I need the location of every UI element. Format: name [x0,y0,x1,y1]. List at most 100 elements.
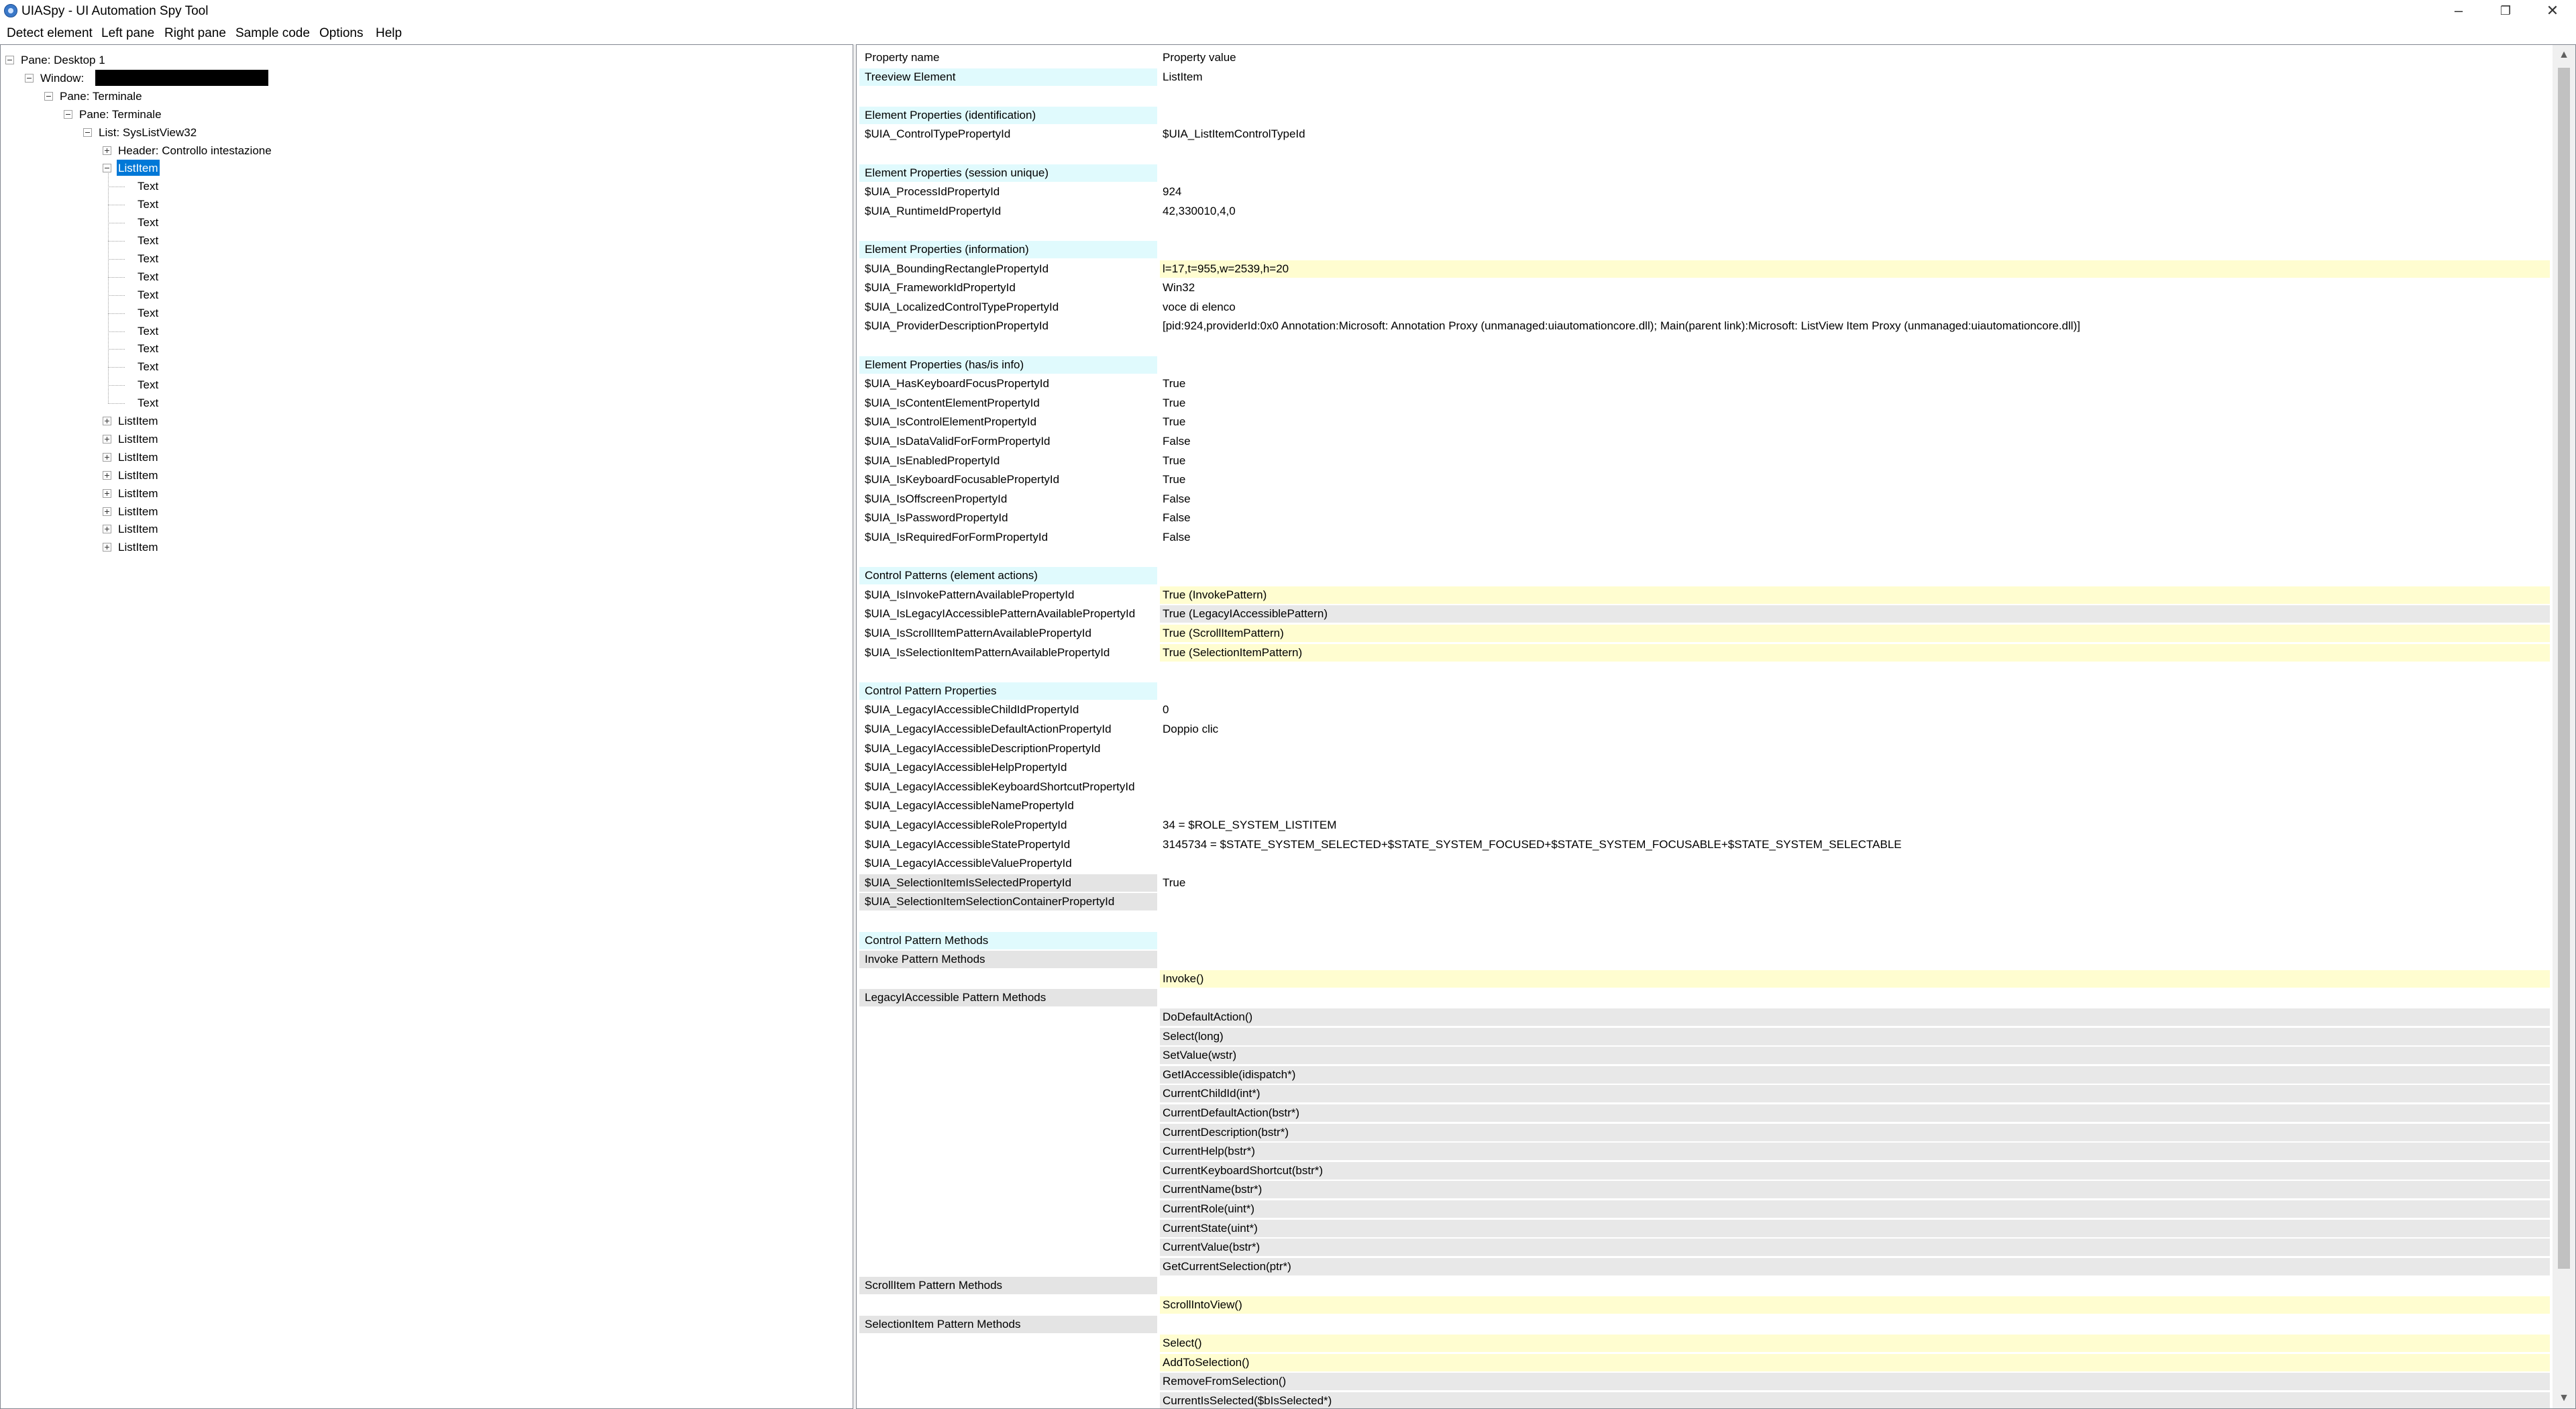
property-row[interactable]: $UIA_IsOffscreenPropertyId False [857,490,2553,509]
column-header-row[interactable]: Property name Property value [857,48,2553,68]
tree-item-text[interactable]: Text [1,178,846,195]
menu-detect-element[interactable]: Detect element [7,25,93,42]
property-value-cell[interactable]: GetCurrentSelection(ptr*) [1160,1257,2550,1275]
tree-item-listitem[interactable]: ListItem [1,449,846,466]
property-row[interactable]: CurrentName(bstr*) [857,1180,2553,1200]
property-value-cell[interactable]: True (SelectionItemPattern) [1160,643,2550,662]
property-row[interactable]: $UIA_IsLegacyIAccessiblePatternAvailable… [857,605,2553,624]
property-row[interactable]: $UIA_LegacyIAccessibleValuePropertyId [857,854,2553,874]
scroll-down-arrow-icon[interactable]: ▼ [2553,1388,2575,1408]
property-row[interactable]: ScrollIntoView() [857,1296,2553,1315]
property-value-cell[interactable]: CurrentRole(uint*) [1160,1200,2550,1218]
property-row[interactable]: CurrentValue(bstr*) [857,1238,2553,1257]
property-row[interactable]: ScrollItem Pattern Methods [857,1276,2553,1296]
property-row[interactable]: GetIAccessible(idispatch*) [857,1065,2553,1085]
section-header-row[interactable]: Element Properties (has/is info) [857,356,2553,375]
collapse-minus-icon[interactable] [103,164,111,173]
property-row[interactable]: $UIA_IsControlElementPropertyId True [857,413,2553,432]
menu-right-pane[interactable]: Right pane [164,25,226,42]
property-row[interactable]: CurrentState(uint*) [857,1219,2553,1239]
property-value-cell[interactable]: CurrentIsSelected($bIsSelected*) [1160,1392,2550,1408]
property-row[interactable]: $UIA_IsInvokePatternAvailablePropertyId T… [857,586,2553,605]
tree-item-text[interactable]: Text [1,305,846,322]
property-row[interactable]: Select(long) [857,1027,2553,1047]
property-value-cell[interactable]: Invoke() [1160,970,2550,988]
property-value-cell[interactable]: CurrentHelp(bstr*) [1160,1143,2550,1161]
tree-item-text[interactable]: Text [1,268,846,286]
property-value-cell[interactable]: l=17,t=955,w=2539,h=20 [1160,260,2550,278]
scrollbar-thumb[interactable] [2558,68,2570,1269]
property-row[interactable]: $UIA_ProviderDescriptionPropertyId [pid:9… [857,317,2553,336]
section-header-row[interactable]: Treeview Element ListItem [857,68,2553,87]
tree-item-text[interactable]: Text [1,358,846,376]
tree-item-text[interactable]: Text [1,323,846,340]
property-row[interactable]: $UIA_IsEnabledPropertyId True [857,452,2553,471]
tree-item-text[interactable]: Text [1,395,846,412]
section-header-row[interactable]: Element Properties (session unique) [857,164,2553,183]
property-value-cell[interactable]: CurrentDefaultAction(bstr*) [1160,1104,2550,1122]
properties-pane[interactable]: Property name Property value Treeview Elem… [856,44,2576,1409]
property-row[interactable]: $UIA_IsRequiredForFormPropertyId False [857,528,2553,547]
collapse-minus-icon[interactable] [44,91,53,101]
tree-item-text[interactable]: Text [1,376,846,394]
property-row[interactable]: CurrentIsSelected($bIsSelected*) [857,1392,2553,1408]
property-row[interactable]: $UIA_SelectionItemIsSelectedPropertyId Tr… [857,874,2553,893]
property-row[interactable]: $UIA_FrameworkIdPropertyId Win32 [857,278,2553,298]
property-row[interactable]: CurrentKeyboardShortcut(bstr*) [857,1161,2553,1181]
restore-button[interactable]: ❐ [2482,0,2529,23]
menu-sample-code[interactable]: Sample code [235,25,310,42]
property-row[interactable]: $UIA_IsKeyboardFocusablePropertyId True [857,470,2553,490]
property-value-cell[interactable]: CurrentState(uint*) [1160,1219,2550,1237]
property-row[interactable]: $UIA_IsSelectionItemPatternAvailableProp… [857,643,2553,663]
property-row[interactable]: $UIA_LegacyIAccessibleKeyboardShortcutPr… [857,778,2553,797]
property-value-cell[interactable]: SetValue(wstr) [1160,1047,2550,1065]
property-value-cell[interactable]: CurrentName(bstr*) [1160,1181,2550,1199]
property-row[interactable]: $UIA_LegacyIAccessibleHelpPropertyId [857,758,2553,778]
expand-plus-icon[interactable] [103,543,111,552]
property-value-cell[interactable]: CurrentValue(bstr*) [1160,1239,2550,1257]
property-row[interactable]: $UIA_LegacyIAccessibleDescriptionPropert… [857,739,2553,759]
tree-item-listitem[interactable]: ListItem [1,503,846,521]
tree-item-text[interactable]: Text [1,286,846,304]
vertical-scrollbar[interactable]: ▲ ▼ [2553,45,2575,1408]
property-row[interactable]: $UIA_ControlTypePropertyId $UIA_ListItemC… [857,125,2553,144]
property-row[interactable]: CurrentDefaultAction(bstr*) [857,1104,2553,1123]
menu-options[interactable]: Options [319,25,363,42]
collapse-minus-icon[interactable] [5,56,14,64]
property-row[interactable]: CurrentChildId(int*) [857,1084,2553,1104]
close-button[interactable]: ✕ [2529,0,2576,23]
property-row[interactable]: AddToSelection() [857,1353,2553,1373]
property-row[interactable]: SetValue(wstr) [857,1046,2553,1065]
tree-item-listitem[interactable]: ListItem [1,521,846,538]
expand-plus-icon[interactable] [103,434,111,443]
expand-plus-icon[interactable] [103,507,111,516]
property-row[interactable]: $UIA_SelectionItemSelectionContainerProp… [857,892,2553,912]
expand-plus-icon[interactable] [103,470,111,480]
property-row[interactable]: $UIA_RuntimeIdPropertyId 42,330010,4,0 [857,202,2553,221]
tree-item-listitem[interactable]: ListItem [1,485,846,503]
property-row[interactable]: $UIA_LegacyIAccessibleChildIdPropertyId 0 [857,700,2553,720]
section-header-row[interactable]: Control Pattern Methods [857,931,2553,951]
property-row[interactable]: $UIA_LegacyIAccessibleRolePropertyId 34 =… [857,816,2553,835]
section-header-row[interactable]: Control Pattern Properties [857,682,2553,701]
property-value-cell[interactable]: Select() [1160,1335,2550,1353]
property-value-cell[interactable]: CurrentKeyboardShortcut(bstr*) [1160,1161,2550,1180]
property-row[interactable]: DoDefaultAction() [857,1008,2553,1027]
tree-item-text[interactable]: Text [1,340,846,358]
section-header-row[interactable]: Element Properties (identification) [857,106,2553,125]
property-row[interactable]: CurrentHelp(bstr*) [857,1142,2553,1161]
property-value-cell[interactable]: True (LegacyIAccessiblePattern) [1160,605,2550,623]
expand-plus-icon[interactable] [103,452,111,462]
property-row[interactable]: SelectionItem Pattern Methods [857,1315,2553,1335]
tree-item-list-syslistview32[interactable]: List: SysListView32 [1,124,846,142]
property-row[interactable]: Invoke() [857,970,2553,989]
property-value-cell[interactable]: Select(long) [1160,1027,2550,1045]
scroll-up-arrow-icon[interactable]: ▲ [2553,45,2575,65]
property-row[interactable]: $UIA_LegacyIAccessibleNamePropertyId [857,796,2553,816]
tree-item-text[interactable]: Text [1,214,846,231]
element-tree-pane[interactable]: Pane: Desktop 1 Window: Pane: Terminale Pan… [0,44,853,1409]
tree-item-listitem[interactable]: ListItem [1,431,846,448]
property-row[interactable]: $UIA_LegacyIAccessibleDefaultActionPrope… [857,720,2553,739]
property-row[interactable]: CurrentDescription(bstr*) [857,1123,2553,1143]
property-row[interactable]: LegacyIAccessible Pattern Methods [857,988,2553,1008]
